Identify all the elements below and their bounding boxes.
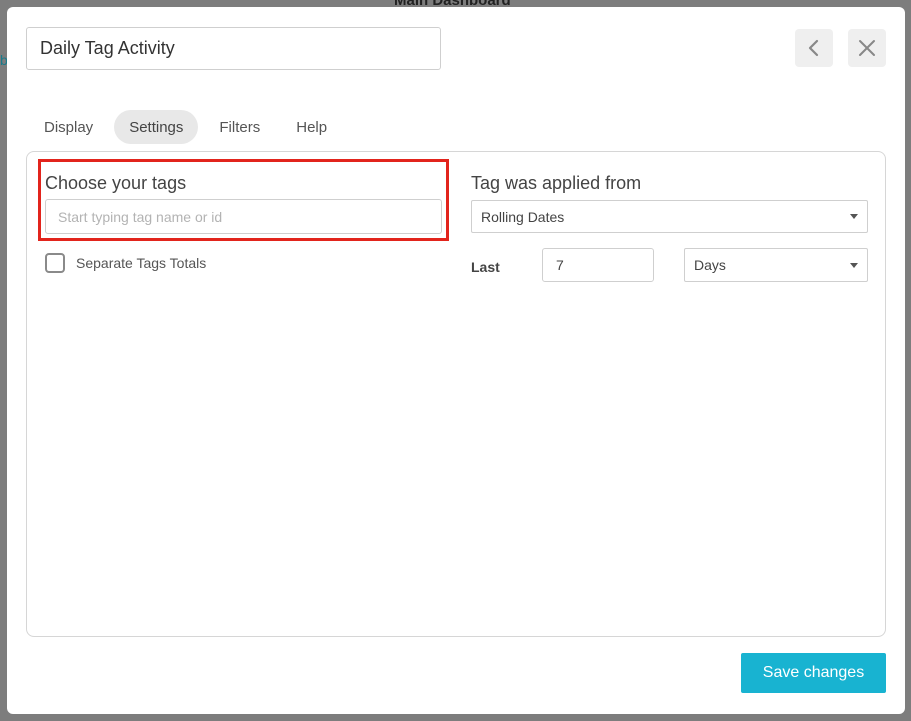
date-range-value: Rolling Dates (481, 208, 565, 225)
time-unit-select[interactable]: Days (684, 248, 868, 282)
tab-help[interactable]: Help (281, 110, 342, 144)
settings-tabs: Display Settings Filters Help (29, 110, 342, 144)
tag-search-input[interactable] (45, 199, 442, 234)
caret-down-icon (850, 262, 858, 268)
back-button[interactable] (795, 29, 833, 67)
close-button[interactable] (848, 29, 886, 67)
save-changes-button[interactable]: Save changes (741, 653, 886, 693)
tab-settings[interactable]: Settings (114, 110, 199, 144)
tab-display[interactable]: Display (29, 110, 108, 144)
close-icon (859, 40, 875, 56)
tab-filters[interactable]: Filters (204, 110, 275, 144)
settings-panel: Choose your tags Separate Tags Totals Ta… (26, 151, 886, 637)
last-label: Last (471, 259, 500, 275)
last-count-input[interactable] (542, 248, 654, 282)
applied-from-heading: Tag was applied from (471, 173, 642, 193)
separate-totals-checkbox[interactable] (45, 253, 65, 273)
widget-title-input[interactable] (26, 27, 441, 70)
separate-totals-row[interactable]: Separate Tags Totals (45, 253, 206, 273)
widget-settings-modal: Display Settings Filters Help Choose you… (7, 7, 905, 714)
caret-down-icon (850, 214, 858, 219)
date-range-select[interactable]: Rolling Dates (471, 200, 868, 233)
time-unit-value: Days (694, 257, 726, 273)
separate-totals-label: Separate Tags Totals (76, 255, 207, 271)
choose-tags-heading: Choose your tags (45, 173, 187, 193)
chevron-left-icon (808, 39, 819, 57)
